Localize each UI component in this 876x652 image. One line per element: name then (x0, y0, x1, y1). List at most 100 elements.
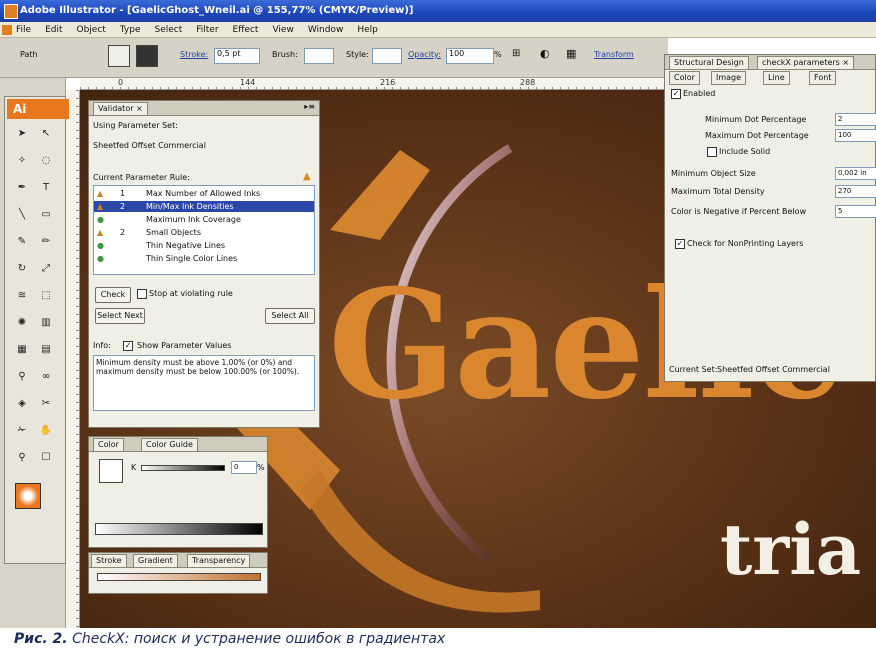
parameter-set-dropdown[interactable]: Sheetfed Offset Commercial (93, 141, 206, 150)
rule-row[interactable]: ● Thin Single Color Lines (94, 253, 314, 264)
horizontal-ruler[interactable]: 0 144 216 288 (80, 78, 668, 90)
subtab-color[interactable]: Color (669, 71, 700, 85)
pen-tool-icon[interactable]: ✒ (13, 179, 31, 197)
tab-color-guide[interactable]: Color Guide (141, 438, 198, 451)
menu-edit[interactable]: Edit (45, 22, 62, 38)
paintbrush-icon[interactable]: ✎ (13, 233, 31, 251)
rotate-icon[interactable]: ↻ (13, 260, 31, 278)
stroke-label[interactable]: Stroke: (180, 50, 208, 59)
rule-label: Max Number of Allowed Inks (146, 189, 261, 198)
free-transform-icon[interactable]: ⬚ (37, 287, 55, 305)
color-fill-swatch[interactable] (99, 459, 123, 483)
stroke-swatch[interactable] (136, 45, 158, 67)
max-dot-field[interactable]: 100 (835, 129, 876, 142)
magic-wand-icon[interactable]: ✧ (13, 152, 31, 170)
mesh-tool-icon[interactable]: ▦ (13, 341, 31, 359)
stroke-weight-field[interactable]: 0,5 pt (214, 48, 260, 64)
show-values-checkbox[interactable]: ✓ (123, 341, 133, 351)
live-paint-icon[interactable]: ◈ (13, 395, 31, 413)
zoom-icon[interactable]: ⚲ (13, 449, 31, 467)
gradient-panel: Stroke Gradient Transparency (88, 552, 268, 594)
scale-icon[interactable]: ⤢ (37, 260, 55, 278)
symbol-sprayer-icon[interactable]: ✺ (13, 314, 31, 332)
menu-object[interactable]: Object (77, 22, 106, 38)
max-density-label: Maximum Total Density (671, 187, 765, 196)
enabled-checkbox[interactable]: ✓ (671, 89, 681, 99)
stop-checkbox[interactable] (137, 289, 147, 299)
type-tool-icon[interactable]: T (37, 179, 55, 197)
menu-window[interactable]: Window (308, 22, 344, 38)
tab-structural-design[interactable]: Structural Design (669, 56, 749, 69)
select-all-button[interactable]: Select All (265, 308, 315, 324)
rule-row[interactable]: ▲ 2 Min/Max Ink Densities (94, 201, 314, 212)
panel-menu-icon[interactable]: ▸≡ (304, 102, 315, 111)
menu-help[interactable]: Help (357, 22, 378, 38)
vertical-ruler[interactable] (66, 90, 80, 628)
opacity-label[interactable]: Opacity: (408, 50, 441, 59)
ruler-mark: 216 (380, 78, 396, 87)
blend-icon[interactable]: ∞ (37, 368, 55, 386)
rule-row[interactable]: ● Maximum Ink Coverage (94, 214, 314, 225)
tab-stroke[interactable]: Stroke (91, 554, 127, 567)
rule-label: Thin Single Color Lines (146, 254, 238, 263)
document-icon[interactable] (2, 25, 12, 35)
current-set-dropdown[interactable]: Sheetfed Offset Commercial (717, 365, 830, 374)
tab-checkx-parameters[interactable]: checkX parameters × (757, 56, 855, 69)
menu-view[interactable]: View (272, 22, 293, 38)
subtab-image[interactable]: Image (711, 71, 747, 85)
gradient-slider[interactable] (97, 573, 261, 581)
menu-select[interactable]: Select (154, 22, 182, 38)
eyedropper-icon[interactable]: ⚲ (13, 368, 31, 386)
k-slider[interactable] (141, 465, 225, 471)
isolate-icon[interactable]: ▦ (566, 47, 576, 60)
min-dot-field[interactable]: 2 (835, 113, 876, 126)
slice-icon[interactable]: ✂ (37, 395, 55, 413)
select-next-button[interactable]: Select Next (95, 308, 145, 324)
color-spectrum[interactable] (95, 523, 263, 535)
ruler-mark: 0 (118, 78, 124, 87)
stroke-tabbar: Stroke Gradient Transparency (89, 553, 267, 568)
subtab-font[interactable]: Font (809, 71, 837, 85)
artwork-word-tria: tria (720, 508, 862, 591)
hand-icon[interactable]: ✋ (37, 422, 55, 440)
menu-file[interactable]: File (16, 22, 31, 38)
lasso-icon[interactable]: ◌ (37, 152, 55, 170)
line-tool-icon[interactable]: ╲ (13, 206, 31, 224)
menu-effect[interactable]: Effect (233, 22, 259, 38)
graph-tool-icon[interactable]: ▥ (37, 314, 55, 332)
fill-swatch[interactable] (108, 45, 130, 67)
opacity-field[interactable]: 100 (446, 48, 494, 64)
max-density-field[interactable]: 270 (835, 185, 876, 198)
menu-type[interactable]: Type (120, 22, 141, 38)
rectangle-tool-icon[interactable]: ▭ (37, 206, 55, 224)
rule-row[interactable]: ● Thin Negative Lines (94, 240, 314, 251)
pencil-icon[interactable]: ✏ (37, 233, 55, 251)
rule-row[interactable]: ▲ 2 Small Objects (94, 227, 314, 238)
scissors-icon[interactable]: ✁ (13, 422, 31, 440)
tab-validator[interactable]: Validator × (93, 102, 148, 115)
negative-field[interactable]: 5 (835, 205, 876, 218)
gradient-tool-icon[interactable]: ▤ (37, 341, 55, 359)
menu-filter[interactable]: Filter (196, 22, 218, 38)
include-solid-checkbox[interactable] (707, 147, 717, 157)
warp-icon[interactable]: ≋ (13, 287, 31, 305)
direct-select-icon[interactable]: ↖ (37, 125, 55, 143)
tab-transparency[interactable]: Transparency (187, 554, 251, 567)
artboard-icon[interactable]: ☐ (37, 449, 55, 467)
min-object-field[interactable]: 0,002 in (835, 167, 876, 180)
style-dropdown[interactable] (372, 48, 402, 64)
tab-color[interactable]: Color (93, 438, 124, 451)
align-icon[interactable]: ⊞ (512, 48, 520, 59)
brush-dropdown[interactable] (304, 48, 334, 64)
subtab-line[interactable]: Line (763, 71, 790, 85)
transform-link[interactable]: Transform (594, 50, 634, 59)
k-value-field[interactable]: 0 (231, 461, 257, 474)
tab-gradient[interactable]: Gradient (133, 554, 178, 567)
rule-list[interactable]: ▲ 1 Max Number of Allowed Inks ▲ 2 Min/Max In… (93, 185, 315, 275)
nonprinting-checkbox[interactable]: ✓ (675, 239, 685, 249)
fill-color-swatch[interactable] (15, 483, 41, 509)
recolor-icon[interactable]: ◐ (540, 47, 550, 60)
rule-row[interactable]: ▲ 1 Max Number of Allowed Inks (94, 188, 314, 199)
selection-tool-icon[interactable]: ➤ (13, 125, 31, 143)
check-button[interactable]: Check (95, 287, 131, 303)
